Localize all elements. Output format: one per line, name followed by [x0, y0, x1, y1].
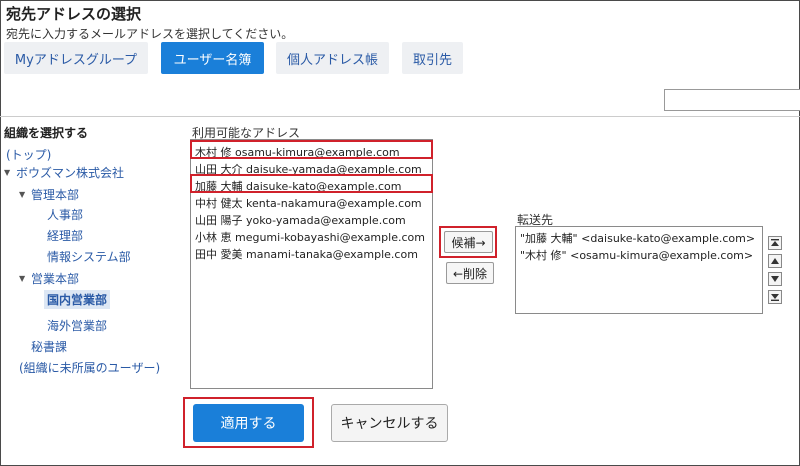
address-option[interactable]: 田中 愛美 manami-tanaka@example.com — [195, 246, 418, 262]
page-title: 宛先アドレスの選択 — [6, 5, 142, 23]
expand-arrow-icon[interactable]: ▼ — [19, 190, 25, 199]
cancel-button[interactable]: キャンセルする — [331, 404, 448, 442]
add-candidate-button[interactable]: 候補→ — [444, 231, 493, 253]
tree-item-sales-hq[interactable]: 営業本部 — [31, 270, 79, 287]
tree-item-top[interactable]: (トップ) — [6, 146, 51, 163]
tab-user-directory[interactable]: ユーザー名簿 — [161, 42, 264, 74]
move-top-icon[interactable] — [768, 236, 782, 250]
remove-button[interactable]: ←削除 — [446, 262, 494, 284]
tab-customers[interactable]: 取引先 — [402, 42, 463, 74]
tree-item-admin-hq[interactable]: 管理本部 — [31, 186, 79, 203]
forward-option[interactable]: "木村 修" <osamu-kimura@example.com> — [520, 247, 753, 263]
forward-address-list[interactable]: "加藤 大輔" <daisuke-kato@example.com> "木村 修… — [515, 226, 763, 314]
search-input[interactable] — [664, 89, 800, 111]
tree-item-secretary[interactable]: 秘書課 — [31, 338, 67, 355]
divider — [0, 116, 800, 117]
tree-item-hr[interactable]: 人事部 — [47, 206, 83, 223]
tree-item-it[interactable]: 情報システム部 — [47, 248, 131, 265]
expand-arrow-icon[interactable]: ▼ — [19, 274, 25, 283]
forward-option[interactable]: "加藤 大輔" <daisuke-kato@example.com> — [520, 230, 755, 246]
tab-personal-address-book[interactable]: 個人アドレス帳 — [276, 42, 389, 74]
apply-button[interactable]: 適用する — [193, 404, 304, 442]
tree-heading: 組織を選択する — [4, 126, 89, 140]
highlight-box — [190, 140, 433, 159]
tree-item-domestic-sales[interactable]: 国内営業部 — [44, 290, 111, 309]
address-option[interactable]: 中村 健太 kenta-nakamura@example.com — [195, 195, 422, 211]
address-option[interactable]: 山田 陽子 yoko-yamada@example.com — [195, 212, 406, 228]
tree-item-overseas-sales[interactable]: 海外営業部 — [47, 317, 107, 334]
tab-my-address-group[interactable]: Myアドレスグループ — [4, 42, 148, 74]
expand-arrow-icon[interactable]: ▼ — [4, 168, 10, 177]
tree-item-unassigned[interactable]: (組織に未所属のユーザー) — [19, 359, 160, 376]
tree-item-accounting[interactable]: 経理部 — [47, 227, 83, 244]
page-subtitle: 宛先に入力するメールアドレスを選択してください。 — [6, 27, 294, 41]
tree-item-company[interactable]: ボウズマン株式会社 — [16, 164, 124, 181]
move-bottom-icon[interactable] — [768, 290, 782, 304]
highlight-box — [190, 174, 433, 193]
address-option[interactable]: 小林 恵 megumi-kobayashi@example.com — [195, 229, 425, 245]
move-up-icon[interactable] — [768, 254, 782, 268]
move-down-icon[interactable] — [768, 272, 782, 286]
